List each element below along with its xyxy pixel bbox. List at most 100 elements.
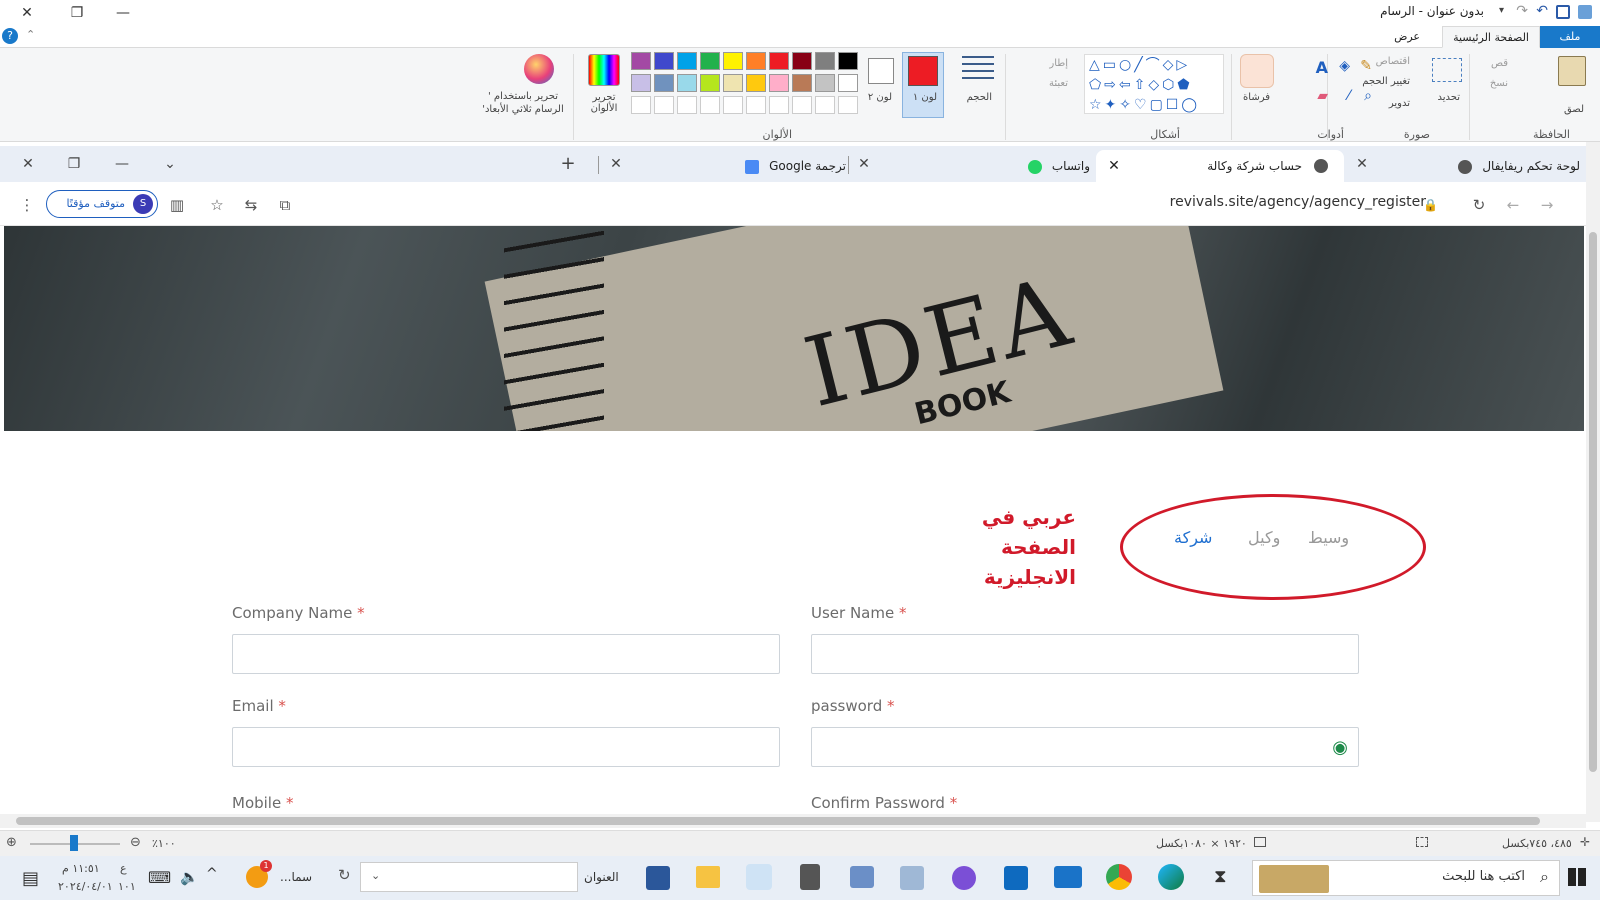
palette-swatch[interactable] — [723, 96, 743, 114]
eye-icon[interactable]: ◉ — [1332, 737, 1348, 758]
tab-close-icon[interactable]: ✕ — [1104, 156, 1124, 176]
task-view-icon[interactable]: ⧗ — [1214, 866, 1227, 887]
palette-swatch[interactable] — [815, 74, 835, 92]
search-box[interactable]: اكتب هنا للبحث ⌕ — [1252, 860, 1560, 896]
file-explorer-icon[interactable] — [696, 866, 720, 888]
vertical-scrollbar[interactable] — [1586, 142, 1600, 822]
cut-button[interactable]: قص — [1491, 58, 1508, 69]
palette-swatch[interactable] — [700, 96, 720, 114]
palette-swatch[interactable] — [700, 74, 720, 92]
tab-agency-account[interactable]: ✕ حساب شركة وكالة — [1096, 150, 1344, 182]
scroll-thumb[interactable] — [1589, 232, 1597, 772]
tab-view[interactable]: عرض — [1384, 26, 1430, 48]
help-icon[interactable]: ? — [2, 28, 18, 44]
brushes-button[interactable]: فرشاة — [1243, 92, 1270, 103]
eraser-icon[interactable]: ▰ — [1317, 88, 1328, 104]
tab-list-chevron-icon[interactable]: ⌄ — [160, 154, 180, 174]
rotate-button[interactable]: تدوير — [1389, 98, 1410, 109]
browser-minimize-icon[interactable]: — — [112, 154, 132, 174]
palette-swatch[interactable] — [723, 52, 743, 70]
palette-swatch[interactable] — [792, 74, 812, 92]
palette-swatch[interactable] — [677, 74, 697, 92]
tab-home[interactable]: الصفحة الرئيسية — [1442, 26, 1540, 48]
palette-swatch[interactable] — [746, 74, 766, 92]
company-name-input[interactable] — [232, 634, 780, 674]
palette-swatch[interactable] — [792, 96, 812, 114]
clock-date[interactable]: ٢٠٢٤/٠٤/٠١ — [58, 880, 113, 893]
address-bar[interactable]: revivals.site/agency/agency_register — [1170, 194, 1426, 210]
palette-swatch[interactable] — [631, 74, 651, 92]
calculator-icon[interactable] — [800, 864, 820, 890]
zoom-in-icon[interactable]: ⊕ — [6, 835, 17, 850]
palette-swatch[interactable] — [654, 96, 674, 114]
password-input[interactable]: ◉ — [811, 727, 1359, 767]
chrome-icon[interactable] — [1106, 864, 1132, 890]
collapse-ribbon-icon[interactable]: ⌃ — [26, 28, 35, 41]
copilot-icon[interactable] — [952, 866, 976, 890]
size-icon[interactable] — [962, 56, 994, 84]
desktop-app-icon[interactable] — [850, 866, 874, 888]
palette-swatch[interactable] — [769, 96, 789, 114]
zoom-slider-thumb[interactable] — [70, 835, 78, 851]
palette-swatch[interactable] — [769, 74, 789, 92]
palette-swatch[interactable] — [654, 52, 674, 70]
show-hidden-icons[interactable]: ^ — [206, 866, 218, 882]
tab-close-icon[interactable]: ✕ — [1352, 154, 1372, 174]
mail-icon[interactable] — [1054, 866, 1082, 888]
quick-access-dropdown-icon[interactable]: ▾ — [1499, 5, 1504, 16]
palette-swatch[interactable] — [815, 52, 835, 70]
palette-swatch[interactable] — [838, 96, 858, 114]
palette-swatch[interactable] — [815, 96, 835, 114]
address-toolbar-input[interactable]: ⌄ — [360, 862, 578, 892]
text-tool-icon[interactable]: A — [1316, 58, 1328, 77]
minimize-icon[interactable]: — — [108, 2, 138, 24]
color-picker-icon[interactable]: ⁄ — [1348, 88, 1350, 104]
refresh-icon[interactable]: ↻ — [338, 866, 351, 884]
store-icon[interactable] — [1004, 866, 1028, 890]
notifications-icon[interactable]: ▤ — [22, 868, 39, 889]
palette-swatch[interactable] — [769, 52, 789, 70]
palette-swatch[interactable] — [792, 52, 812, 70]
tab-revival-dashboard[interactable]: لوحة تحكم ريفايفال — [1440, 150, 1580, 182]
back-icon[interactable]: ← — [1502, 194, 1524, 216]
word-icon[interactable] — [646, 866, 670, 890]
tab-google-translate[interactable]: ترجمة Google — [736, 150, 846, 182]
maximize-icon[interactable]: ❐ — [62, 2, 92, 24]
shapes-gallery[interactable]: △▭○╱⌒◇▷ ⬠⇨⇦⇧◇⬡⬟ ☆✦✧♡▢☐◯ — [1084, 54, 1224, 114]
email-input[interactable] — [232, 727, 780, 767]
palette-swatch[interactable] — [677, 52, 697, 70]
paste-button[interactable]: لصق — [1564, 104, 1584, 115]
palette-swatch[interactable] — [631, 52, 651, 70]
user-name-input[interactable] — [811, 634, 1359, 674]
select-button[interactable]: تحديد — [1437, 92, 1460, 103]
keyboard-layout[interactable]: ١٠١ — [118, 880, 136, 893]
size-button[interactable]: الحجم — [967, 92, 992, 103]
palette-swatch[interactable] — [631, 96, 651, 114]
select-icon[interactable] — [1432, 58, 1462, 82]
weather-app-label[interactable]: سما... — [280, 870, 312, 884]
brushes-icon[interactable] — [1240, 54, 1274, 88]
palette-swatch[interactable] — [838, 74, 858, 92]
horizontal-scrollbar[interactable] — [0, 814, 1586, 828]
tab-close-icon[interactable]: ✕ — [606, 154, 626, 174]
palette-swatch[interactable] — [838, 52, 858, 70]
undo-icon[interactable]: ↶ — [1536, 3, 1548, 19]
zoom-out-icon[interactable]: ⊖ — [130, 835, 141, 850]
volume-icon[interactable]: 🔈 — [180, 868, 199, 886]
paint-taskbar-icon[interactable] — [746, 864, 772, 890]
start-windows-icon[interactable] — [1568, 868, 1586, 886]
new-tab-icon[interactable]: + — [558, 154, 578, 174]
fill-button[interactable]: تعبئة — [1049, 78, 1068, 89]
edge-icon[interactable] — [1158, 864, 1184, 890]
sidebar-icon[interactable]: ▥ — [166, 194, 188, 216]
save-icon[interactable] — [1556, 5, 1570, 19]
browser-restore-icon[interactable]: ❐ — [64, 154, 84, 174]
close-icon[interactable]: ✕ — [12, 2, 42, 24]
paint3d-button[interactable]: تحرير باستخدام ' الرسام ثلاثي الأبعاد' — [478, 90, 568, 116]
tab-file[interactable]: ملف — [1540, 26, 1600, 48]
edit-colors-button[interactable]: تحرير الألوان — [580, 92, 628, 114]
tab-whatsapp[interactable]: واتساب — [1020, 150, 1090, 182]
edit-colors-icon[interactable] — [588, 54, 620, 86]
magnifier-icon[interactable]: ⌕ — [1364, 88, 1372, 104]
palette-swatch[interactable] — [700, 52, 720, 70]
